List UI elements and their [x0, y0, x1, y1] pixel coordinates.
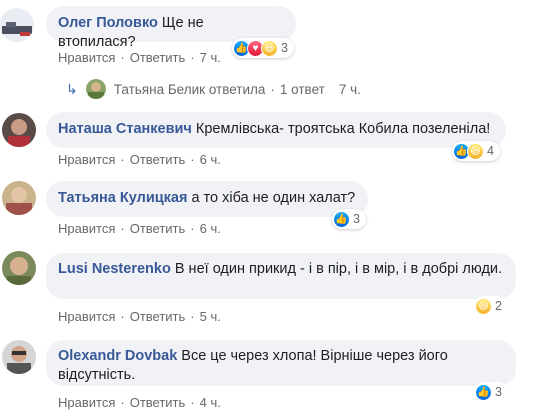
comment-bubble: Татьяна Кулицкая а то хіба не один халат… — [46, 181, 368, 217]
comment-time[interactable]: 6 ч. — [200, 152, 221, 167]
comment-time[interactable]: 6 ч. — [200, 221, 221, 236]
comment-bubble: Olexandr Dovbak Все це через хлопа! Вірн… — [46, 340, 516, 386]
reaction-count: 4 — [487, 144, 494, 158]
comment-actions: Нравится · Ответить · 6 ч. — [58, 221, 221, 236]
avatar-image — [2, 251, 36, 285]
comment-actions: Нравится · Ответить · 6 ч. — [58, 152, 221, 167]
avatar[interactable] — [2, 181, 36, 215]
replies-summary[interactable]: ↳ Татьяна Белик ответила · 1 ответ 7 ч. — [66, 79, 361, 99]
comment-text: а то хіба не один халат? — [191, 190, 356, 206]
comment-actions: Нравится · Ответить · 5 ч. — [58, 309, 221, 324]
comment-author[interactable]: Татьяна Кулицкая — [58, 190, 187, 206]
comment-bubble: Наташа Станкевич Кремлівська- троятська … — [46, 112, 506, 148]
avatar-image — [2, 340, 36, 374]
reply-link[interactable]: Ответить — [130, 221, 186, 236]
comment-author[interactable]: Олег Половко — [58, 15, 158, 31]
reaction-count: 3 — [495, 385, 502, 399]
reactions-summary[interactable]: 👍 😆 4 — [452, 141, 500, 161]
reply-author-action[interactable]: Татьяна Белик ответила — [114, 82, 266, 97]
like-link[interactable]: Нравится — [58, 50, 115, 65]
comment-bubble: Lusi Nesterenko В неї один прикид - і в … — [46, 253, 516, 299]
haha-icon: 😆 — [475, 297, 492, 315]
reply-link[interactable]: Ответить — [130, 152, 186, 167]
comment-text: Кремлівська- троятська Кобила позеленіла… — [195, 121, 491, 137]
like-link[interactable]: Нравится — [58, 395, 115, 410]
haha-icon: 😆 — [467, 142, 484, 160]
comment-actions: Нравится · Ответить · 4 ч. — [58, 395, 221, 410]
reaction-count: 2 — [495, 299, 502, 313]
comment-author[interactable]: Lusi Nesterenko — [58, 261, 171, 277]
comment-text: В неї один прикид - і в пір, і в мір, і … — [174, 261, 503, 277]
avatar[interactable] — [2, 340, 36, 374]
haha-icon: 😆 — [261, 39, 278, 57]
avatar-image — [2, 113, 36, 147]
reactions-summary[interactable]: 👍 3 — [332, 209, 366, 229]
reply-time: 7 ч. — [338, 81, 361, 97]
comment-time[interactable]: 4 ч. — [200, 395, 221, 410]
reactions-summary[interactable]: 👍 ♥ 😆 3 — [232, 38, 294, 58]
like-icon: 👍 — [475, 383, 492, 401]
comment-author[interactable]: Наташа Станкевич — [58, 121, 192, 137]
like-link[interactable]: Нравится — [58, 221, 115, 236]
comment-actions: Нравится · Ответить · 7 ч. — [58, 50, 221, 65]
reactions-summary[interactable]: 😆 2 — [474, 296, 508, 316]
avatar[interactable] — [2, 113, 36, 147]
avatar[interactable] — [2, 251, 36, 285]
reply-count[interactable]: 1 ответ — [280, 82, 325, 97]
reply-link[interactable]: Ответить — [130, 50, 186, 65]
reaction-count: 3 — [353, 212, 360, 226]
comment-author[interactable]: Olexandr Dovbak — [58, 348, 177, 364]
avatar-image — [0, 8, 34, 42]
reply-link[interactable]: Ответить — [130, 309, 186, 324]
reaction-count: 3 — [281, 41, 288, 55]
reply-link[interactable]: Ответить — [130, 395, 186, 410]
reactions-summary[interactable]: 👍 3 — [474, 382, 508, 402]
comment-bubble: Олег Половко Ще не втопилася? — [46, 6, 296, 50]
avatar[interactable] — [0, 8, 34, 42]
like-icon: 👍 — [333, 210, 350, 228]
like-link[interactable]: Нравится — [58, 309, 115, 324]
avatar-image — [2, 181, 36, 215]
comment-time[interactable]: 5 ч. — [200, 309, 221, 324]
comment-time[interactable]: 7 ч. — [200, 50, 221, 65]
like-link[interactable]: Нравится — [58, 152, 115, 167]
reply-arrow-icon: ↳ — [66, 80, 78, 97]
reply-avatar — [85, 79, 106, 99]
